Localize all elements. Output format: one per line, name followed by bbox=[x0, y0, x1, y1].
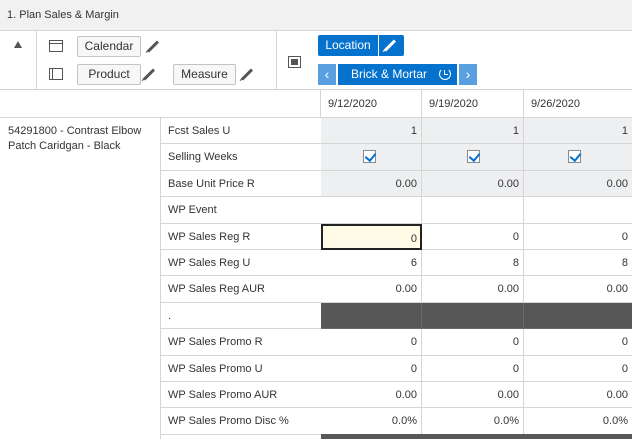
location-dimension-button[interactable]: Location bbox=[318, 35, 378, 56]
edit-location-pencil-icon[interactable] bbox=[379, 35, 404, 56]
table-row: WP Sales Reg U 6 8 8 bbox=[161, 250, 632, 277]
location-value-label: Brick & Mortar bbox=[351, 67, 428, 81]
table-row: WP Event bbox=[161, 197, 632, 224]
grid-cell[interactable]: 0 bbox=[524, 356, 632, 382]
grid-cell bbox=[321, 302, 422, 330]
row-label: WP Sales Reg U bbox=[161, 250, 321, 277]
column-header-week[interactable]: 9/19/2020 bbox=[422, 90, 524, 118]
edit-calendar-pencil-icon[interactable] bbox=[142, 36, 162, 57]
grid-cell[interactable]: 8 bbox=[422, 250, 524, 277]
selling-week-checkbox[interactable] bbox=[568, 150, 581, 164]
measure-dimension-button[interactable]: Measure bbox=[173, 64, 236, 85]
grid-cell bbox=[524, 144, 632, 171]
sync-icon[interactable] bbox=[439, 68, 451, 80]
grid-cell[interactable]: 0.00 bbox=[321, 276, 422, 303]
grid-cell[interactable]: 8 bbox=[524, 250, 632, 277]
grid-cell[interactable]: 0.00 bbox=[422, 170, 524, 198]
grid-corner bbox=[0, 90, 321, 118]
table-row: . bbox=[161, 302, 632, 330]
grid-cell-active[interactable]: 0 bbox=[321, 223, 422, 250]
next-row-separator bbox=[321, 434, 632, 439]
row-label: WP Sales Reg R bbox=[161, 223, 321, 250]
table-row: WP Sales Promo U 0 0 0 bbox=[161, 355, 632, 382]
column-view-icon[interactable] bbox=[49, 40, 63, 52]
grid-layout-icon[interactable] bbox=[288, 56, 301, 68]
grid-cell[interactable]: 0 bbox=[321, 355, 422, 382]
grid-cell[interactable]: 1 bbox=[321, 118, 422, 145]
row-label: WP Sales Promo R bbox=[161, 329, 321, 356]
dimension-toolbar: Calendar Product Measure Location ‹ Bric… bbox=[0, 31, 632, 90]
grid-cell[interactable]: 0.00 bbox=[422, 382, 524, 409]
row-label: WP Sales Reg AUR bbox=[161, 276, 321, 303]
row-label: . bbox=[161, 302, 321, 330]
row-label: WP Sales Promo AUR bbox=[161, 382, 321, 409]
edit-product-pencil-icon[interactable] bbox=[138, 64, 158, 85]
location-value-button[interactable]: Brick & Mortar bbox=[338, 64, 457, 85]
grid-cell[interactable]: 0 bbox=[422, 223, 524, 250]
table-row: WP Sales Promo Disc % 0.0% 0.0% 0.0% bbox=[161, 408, 632, 435]
table-row: WP Sales Reg R 0 0 0 bbox=[161, 223, 632, 250]
next-location-button[interactable]: › bbox=[459, 64, 477, 85]
dimension-panel: Calendar Product Measure bbox=[36, 31, 277, 89]
grid-cell[interactable]: 0 bbox=[524, 224, 632, 250]
grid-cell[interactable]: 0 bbox=[422, 329, 524, 356]
grid-cell[interactable] bbox=[422, 197, 524, 224]
grid-cell[interactable]: 0 bbox=[524, 329, 632, 356]
column-header-week[interactable]: 9/26/2020 bbox=[524, 90, 632, 118]
grid-cell[interactable]: 0.0% bbox=[524, 408, 632, 435]
table-row: Fcst Sales U 1 1 1 bbox=[161, 118, 632, 145]
table-row: Selling Weeks bbox=[161, 144, 632, 171]
grid-cell[interactable] bbox=[524, 197, 632, 224]
calendar-dimension-button[interactable]: Calendar bbox=[77, 36, 141, 57]
edit-measure-pencil-icon[interactable] bbox=[236, 64, 256, 85]
window-title: 1. Plan Sales & Margin bbox=[0, 0, 632, 31]
row-label: WP Event bbox=[161, 197, 321, 224]
grid-cell bbox=[524, 302, 632, 330]
grid-cell[interactable]: 0.00 bbox=[524, 170, 632, 198]
row-label: Fcst Sales U bbox=[161, 118, 321, 145]
grid-cell bbox=[422, 302, 524, 330]
grid-cell[interactable]: 6 bbox=[321, 250, 422, 277]
table-row: Base Unit Price R 0.00 0.00 0.00 bbox=[161, 170, 632, 198]
row-label: WP Sales Promo Disc % bbox=[161, 408, 321, 435]
grid-cell[interactable]: 0.00 bbox=[524, 276, 632, 303]
grid-cell bbox=[422, 144, 524, 171]
grid-cell[interactable]: 1 bbox=[524, 118, 632, 145]
grid-cell[interactable] bbox=[321, 197, 422, 224]
grid-cell[interactable]: 0.00 bbox=[524, 382, 632, 409]
data-grid: 9/12/2020 9/19/2020 9/26/2020 54291800 -… bbox=[0, 90, 632, 439]
grid-cell[interactable]: 0 bbox=[321, 329, 422, 356]
previous-location-button[interactable]: ‹ bbox=[318, 64, 336, 85]
selling-week-checkbox[interactable] bbox=[363, 150, 376, 164]
grid-cell[interactable]: 0.0% bbox=[422, 408, 524, 435]
product-row-header[interactable]: 54291800 - Contrast Elbow Patch Caridgan… bbox=[0, 118, 161, 439]
collapse-triangle-icon[interactable] bbox=[14, 41, 22, 48]
row-label: Selling Weeks bbox=[161, 144, 321, 171]
table-row: WP Sales Promo AUR 0.00 0.00 0.00 bbox=[161, 382, 632, 409]
selling-week-checkbox[interactable] bbox=[467, 150, 480, 164]
row-view-icon[interactable] bbox=[49, 68, 63, 80]
row-label: Base Unit Price R bbox=[161, 170, 321, 198]
grid-cell[interactable]: 0.0% bbox=[321, 408, 422, 435]
grid-cell[interactable]: 0.00 bbox=[422, 276, 524, 303]
grid-cell bbox=[321, 144, 422, 171]
table-row: WP Sales Reg AUR 0.00 0.00 0.00 bbox=[161, 276, 632, 303]
column-header-week[interactable]: 9/12/2020 bbox=[321, 90, 422, 118]
grid-cell[interactable]: 0.00 bbox=[321, 382, 422, 409]
grid-cell[interactable]: 0 bbox=[422, 355, 524, 382]
grid-cell[interactable]: 0.00 bbox=[321, 170, 422, 198]
grid-cell[interactable]: 1 bbox=[422, 118, 524, 145]
row-label: WP Sales Promo U bbox=[161, 355, 321, 382]
product-dimension-button[interactable]: Product bbox=[77, 64, 141, 85]
table-row: WP Sales Promo R 0 0 0 bbox=[161, 329, 632, 356]
